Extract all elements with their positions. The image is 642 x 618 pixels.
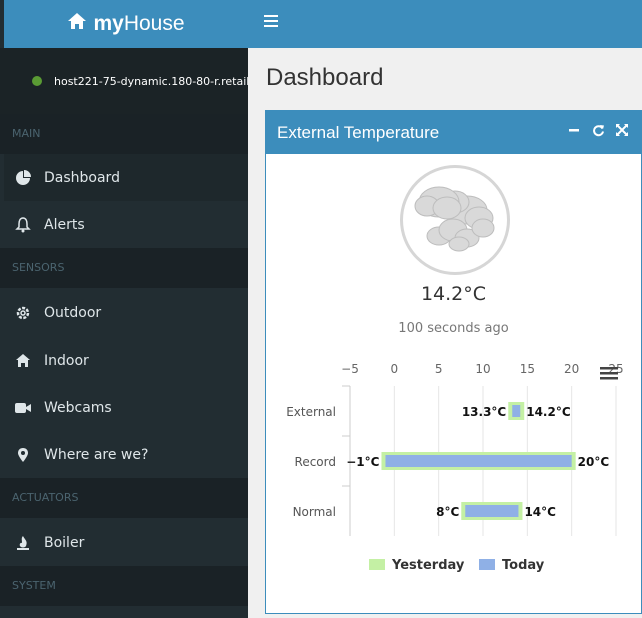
last-updated: 100 seconds ago (398, 321, 509, 336)
category-label: External (286, 405, 336, 419)
x-tick-label: 15 (520, 362, 535, 376)
refresh-icon[interactable] (591, 123, 605, 137)
fullscreen-icon[interactable] (615, 123, 629, 137)
chart-menu-icon (600, 367, 618, 370)
widget-tools (567, 123, 629, 137)
home-icon (14, 352, 32, 370)
data-label-high: 14°C (524, 505, 556, 519)
section-system: SYSTEM (0, 566, 248, 606)
sidebar-item-label: Outdoor (44, 304, 102, 321)
section-actuators: ACTUATORS (0, 478, 248, 518)
data-label-low: 13.3°C (462, 405, 507, 419)
sidebar-item-alerts[interactable]: Alerts (4, 201, 248, 248)
video-camera-icon (14, 399, 32, 417)
data-label-high: 14.2°C (526, 405, 571, 419)
x-tick-label: 10 (475, 362, 490, 376)
x-tick-label: 20 (564, 362, 579, 376)
legend-swatch-today (479, 559, 495, 570)
chart-menu-icon (600, 372, 618, 375)
brand-name: House (123, 12, 185, 35)
legend-label-today: Today (502, 558, 545, 573)
data-label-low: −1°C (346, 455, 379, 469)
pie-chart-icon (14, 169, 32, 187)
section-sensors: SENSORS (0, 248, 248, 288)
sidebar-item-location[interactable]: Where are we? (4, 431, 248, 478)
sidebar-item-outdoor[interactable]: Outdoor (4, 289, 248, 336)
sidebar-item-label: Alerts (44, 216, 85, 233)
category-label: Record (295, 455, 336, 469)
category-label: Normal (293, 505, 336, 519)
brand-prefix: my (93, 12, 124, 35)
sidebar-item-label: Webcams (44, 399, 112, 416)
legend-swatch-yesterday (369, 559, 385, 570)
bar-today (465, 505, 519, 517)
page-title: Dashboard (266, 64, 384, 91)
sidebar-item-dashboard[interactable]: Dashboard (4, 154, 248, 201)
temperature-range-chart: −50510152025ExternalRecordNormal13.3°C14… (286, 362, 623, 573)
widget-header: External Temperature (266, 111, 641, 154)
cloudy-icon (400, 165, 510, 275)
sidebar-item-boiler[interactable]: Boiler (4, 519, 248, 566)
sidebar-item-label: Where are we? (44, 446, 149, 463)
home-icon (67, 12, 87, 36)
brand-logo[interactable]: my House (4, 0, 248, 48)
section-main: MAIN (0, 114, 248, 154)
temperature-widget: External Temperature 14.2°C 100 seconds … (265, 110, 642, 614)
bar-today (512, 405, 521, 417)
data-label-low: 8°C (436, 505, 459, 519)
sidebar-item-indoor[interactable]: Indoor (4, 337, 248, 384)
menu-toggle-icon[interactable] (264, 15, 278, 31)
x-tick-label: 5 (435, 362, 443, 376)
current-temperature: 14.2°C (420, 283, 487, 305)
map-marker-icon (14, 446, 32, 464)
collapse-icon[interactable] (567, 123, 581, 137)
x-tick-label: 0 (391, 362, 399, 376)
user-host: host221-75-dynamic.180-80-r.retail.telec… (54, 74, 248, 88)
top-navbar (248, 0, 642, 48)
bell-icon (14, 216, 32, 234)
user-panel: host221-75-dynamic.180-80-r.retail.telec… (0, 48, 248, 114)
sidebar-item-webcams[interactable]: Webcams (4, 384, 248, 431)
sidebar-item-label: Indoor (44, 352, 89, 369)
legend-label-yesterday: Yesterday (391, 558, 465, 573)
widget-title: External Temperature (277, 122, 440, 142)
sidebar-item-label: Boiler (44, 534, 85, 551)
chart-menu-icon (600, 377, 618, 380)
gear-icon (14, 304, 32, 322)
x-tick-label: −5 (341, 362, 359, 376)
sidebar-item-label: Dashboard (44, 169, 120, 186)
online-status-icon (32, 76, 42, 86)
fire-icon (14, 534, 32, 552)
data-label-high: 20°C (578, 455, 610, 469)
bar-today (385, 455, 572, 467)
